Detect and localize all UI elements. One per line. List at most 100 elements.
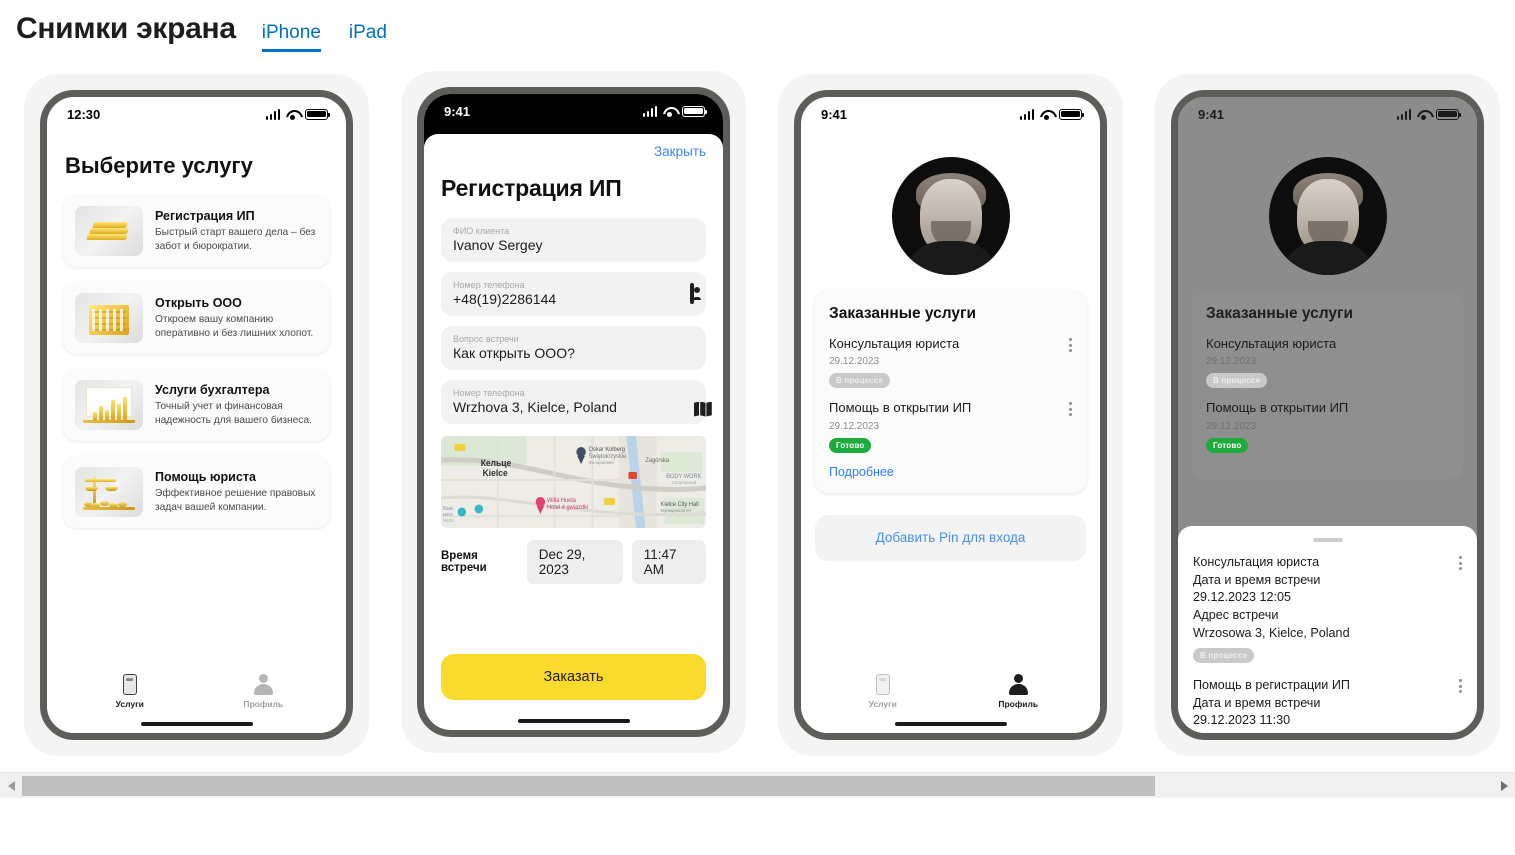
svg-text:Спортивный: Спортивный — [672, 480, 697, 485]
wifi-icon — [1416, 109, 1431, 120]
service-card-lawyer[interactable]: Помощь юриста Эффективное решение правов… — [63, 456, 330, 528]
wifi-icon — [1039, 109, 1054, 120]
field-value: Как открыть ООО? — [453, 345, 575, 361]
svg-text:Банк: Банк — [443, 506, 454, 512]
field-question[interactable]: Вопрос встречи Как открыть ООО? — [441, 326, 706, 370]
tab-profile[interactable]: Профиль — [951, 674, 1087, 709]
screenshot-card-profile-detail[interactable]: 9:41 Заказанные услуги Консультация юрис… — [1155, 74, 1500, 756]
more-options-icon[interactable] — [1069, 402, 1072, 417]
order-name: Помощь в открытии ИП — [1206, 400, 1349, 416]
profile-page: Заказанные услуги Консультация юриста 29… — [801, 131, 1100, 733]
panel-title: Заказанные услуги — [1206, 305, 1354, 322]
screenshot-card-registration[interactable]: 9:41 Закрыть Регистрация ИП ФИО клиента … — [401, 71, 746, 753]
home-indicator — [63, 715, 330, 733]
screenshot-card-profile[interactable]: 9:41 Заказанные услуги Консультация юрис… — [778, 74, 1123, 756]
field-address[interactable]: Номер телефона Wrzhova 3, Kielce, Poland — [441, 380, 712, 424]
tab-ipad[interactable]: iPad — [349, 22, 387, 49]
close-button[interactable]: Закрыть — [654, 144, 706, 159]
meeting-time-picker[interactable]: 11:47 AM — [631, 540, 707, 584]
detail-datetime-value: 29.12.2023 12:05 — [1193, 590, 1292, 605]
screen-profile: Заказанные услуги Консультация юриста 29… — [801, 131, 1100, 733]
page-header: Снимки экрана iPhone iPad — [0, 0, 1515, 58]
svg-text:Kielce: Kielce — [483, 468, 508, 478]
screenshot-gallery[interactable]: 12:30 Выберите услугу Регистрация ИП Быс… — [0, 58, 1515, 798]
cellular-icon — [642, 105, 657, 117]
service-card-ooo[interactable]: Открыть ООО Откроем вашу компанию операт… — [63, 282, 330, 354]
scrollbar-track[interactable] — [22, 773, 1493, 799]
detail-datetime-label: Дата и время встречи — [1193, 695, 1321, 710]
phone-frame-2: 9:41 Закрыть Регистрация ИП ФИО клиента … — [417, 87, 730, 737]
order-detail-sheet[interactable]: Консультация юриста Дата и время встречи… — [1178, 526, 1477, 733]
contacts-icon[interactable] — [690, 282, 694, 304]
arrow-left-icon[interactable] — [0, 773, 22, 799]
scrollbar-thumb[interactable] — [22, 775, 1155, 796]
order-name: Консультация юриста — [829, 336, 960, 351]
order-button[interactable]: Заказать — [441, 654, 706, 700]
registration-title: Регистрация ИП — [441, 175, 622, 201]
order-item: Консультация юриста 29.12.2023 В процесс… — [1206, 336, 1449, 389]
screenshot-card-services[interactable]: 12:30 Выберите услугу Регистрация ИП Быс… — [24, 74, 369, 756]
map-preview[interactable]: Кельце Kielce Oskar Kolberg Świętokrzysk… — [441, 436, 706, 528]
more-options-icon[interactable] — [1069, 338, 1072, 352]
tab-label: Услуги — [115, 699, 144, 709]
page-title: Снимки экрана — [16, 12, 236, 45]
status-bar-4: 9:41 — [1178, 97, 1477, 131]
status-badge: В процессе — [1193, 648, 1255, 664]
service-desc: Откроем вашу компанию оперативно и без л… — [155, 314, 314, 339]
ordered-services-panel: Заказанные услуги Консультация юриста 29… — [1192, 291, 1463, 479]
meeting-label: Время встречи — [441, 550, 487, 574]
battery-icon — [1436, 108, 1461, 120]
order-detail-item[interactable]: Консультация юриста Дата и время встречи… — [1193, 554, 1462, 664]
field-client-name[interactable]: ФИО клиента Ivanov Sergey — [441, 218, 706, 262]
more-options-icon[interactable] — [1459, 556, 1462, 570]
details-link[interactable]: Подробнее — [829, 465, 1072, 479]
status-time: 9:41 — [821, 106, 848, 122]
svg-text:Hotel 4 gwiazdki: Hotel 4 gwiazdki — [547, 505, 588, 511]
arrow-right-icon[interactable] — [1493, 773, 1515, 799]
avatar[interactable] — [891, 157, 1010, 275]
tab-profile[interactable]: Профиль — [197, 674, 331, 709]
status-bar-2: 9:41 — [424, 94, 723, 128]
service-card-ip[interactable]: Регистрация ИП Быстрый старт вашего дела… — [63, 195, 330, 267]
add-pin-button[interactable]: Добавить Pin для входа — [815, 514, 1086, 561]
sheet-header: Закрыть — [441, 144, 706, 159]
battery-icon — [682, 105, 707, 117]
sheet-grabber[interactable] — [1312, 538, 1343, 542]
status-bar-1: 12:30 — [47, 97, 346, 131]
order-detail-item[interactable]: Помощь в регистрации ИП Дата и время вст… — [1193, 677, 1462, 733]
map-graphic: Кельце Kielce Oskar Kolberg Świętokrzysk… — [441, 436, 706, 528]
field-phone[interactable]: Номер телефона +48(19)2286144 — [441, 272, 706, 316]
field-label: ФИО клиента — [453, 226, 510, 236]
horizontal-scrollbar[interactable] — [0, 772, 1515, 798]
detail-address-value: Wrzosowa 3, Kielce, Poland — [1193, 625, 1350, 640]
status-icons — [642, 105, 707, 117]
svg-text:Кельце: Кельце — [481, 458, 512, 468]
order-date: 29.12.2023 — [1206, 420, 1257, 432]
cellular-icon — [1019, 108, 1034, 120]
order-name: Консультация юриста — [1206, 336, 1337, 351]
detail-address-label: Адрес встречи — [1193, 607, 1279, 622]
order-item[interactable]: Консультация юриста 29.12.2023 В процесс… — [829, 336, 1072, 389]
tab-iphone[interactable]: iPhone — [261, 22, 321, 52]
panel-title: Заказанные услуги — [829, 305, 977, 322]
service-card-accountant[interactable]: Услуги бухгалтера Точный учет и финансов… — [63, 369, 330, 441]
status-icons — [265, 108, 330, 120]
service-name: Регистрация ИП — [155, 209, 255, 224]
screen-registration: Закрыть Регистрация ИП ФИО клиента Ivano… — [424, 128, 723, 730]
meeting-date-picker[interactable]: Dec 29, 2023 — [526, 540, 623, 584]
order-item[interactable]: Помощь в открытии ИП 29.12.2023 Готово — [829, 400, 1072, 453]
service-name: Открыть ООО — [155, 296, 242, 311]
more-options-icon — [1446, 338, 1449, 352]
profile-icon — [253, 674, 273, 695]
profile-page-dimmed: Заказанные услуги Консультация юриста 29… — [1178, 131, 1477, 733]
detail-name: Помощь в регистрации ИП — [1193, 678, 1350, 693]
services-title: Выберите услугу — [65, 153, 253, 178]
tab-services[interactable]: Услуги — [63, 674, 197, 709]
tab-services[interactable]: Услуги — [815, 674, 951, 709]
profile-icon — [1008, 674, 1028, 695]
wifi-icon — [285, 109, 300, 120]
detail-address-label: Адрес встречи — [1193, 730, 1350, 733]
more-options-icon[interactable] — [1459, 679, 1462, 694]
svg-text:Zagórska: Zagórska — [645, 458, 669, 464]
order-date: 29.12.2023 — [829, 356, 880, 368]
